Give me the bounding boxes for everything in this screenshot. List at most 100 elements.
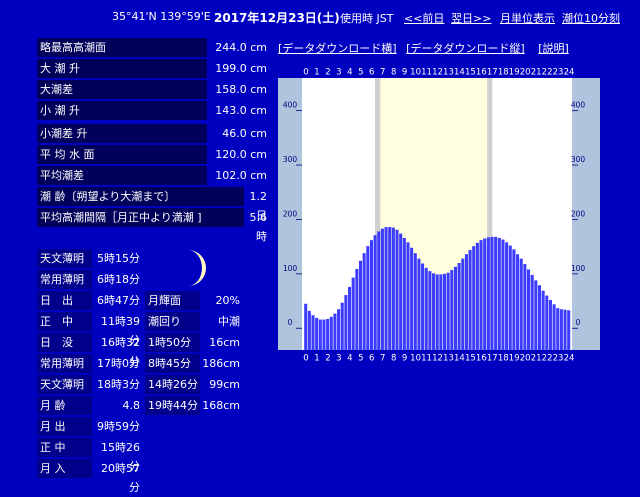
- crescent-moon-icon: [188, 250, 206, 286]
- tide-event-time: 19時44分: [145, 396, 200, 415]
- tide-bar: [461, 258, 465, 350]
- tide-bar: [315, 317, 319, 350]
- page-date: 2017年12月23日(土): [214, 11, 340, 25]
- y-tick-label: 300: [283, 155, 298, 164]
- astro-value: 4.8: [122, 399, 141, 412]
- tide-bar: [552, 304, 556, 350]
- stat-row: 略最高高潮面 244.0 cm: [37, 38, 267, 57]
- astro-value: 16時32分: [101, 336, 140, 368]
- x-tick-label: 5: [358, 354, 363, 364]
- tide-bar: [362, 253, 366, 350]
- tide-bar: [501, 239, 505, 350]
- tide-bar: [322, 319, 326, 350]
- astro-label: 常用薄明: [37, 354, 92, 373]
- tide-bar: [497, 237, 501, 350]
- tide-event-time: 14時26分: [145, 375, 200, 394]
- astro-value: 5時15分: [97, 252, 140, 265]
- x-tick-label: 10: [410, 354, 421, 364]
- stat-label: 大 潮 升: [37, 59, 207, 78]
- astro-label: 日 没: [37, 333, 92, 352]
- moon-illum-value: 20%: [215, 294, 240, 307]
- tide-bar: [483, 238, 487, 350]
- x-tick-label: 14: [454, 68, 465, 78]
- tide-bar: [358, 260, 363, 350]
- tide-bar: [446, 272, 450, 350]
- x-tick-label: 20: [520, 354, 531, 364]
- download-horizontal-link[interactable]: [データダウンロード横]: [278, 42, 397, 55]
- astro-label: 正 中: [37, 312, 92, 331]
- y-tick-label: 100: [571, 264, 586, 273]
- moon-illum-label: 月輝面: [145, 291, 200, 310]
- astro-value: 18時3分: [97, 378, 140, 391]
- y-tick-label: 300: [571, 155, 586, 164]
- tide-bar: [318, 319, 322, 350]
- x-tick-label: 24: [564, 68, 575, 78]
- tide-bar: [453, 266, 457, 350]
- next-day-link[interactable]: 翌日>>: [451, 10, 491, 26]
- stat-value: 5.6 時: [249, 211, 268, 243]
- tide-bar: [377, 231, 381, 350]
- tide-chart: 0011223344556677889910101111121213131414…: [278, 64, 600, 364]
- y-tick-label: 400: [571, 101, 586, 110]
- prev-day-link[interactable]: <<前日: [404, 10, 444, 26]
- y-tick-label: 400: [283, 101, 298, 110]
- astro-label: 常用薄明: [37, 270, 92, 289]
- x-tick-label: 21: [531, 68, 542, 78]
- stat-label: 略最高高潮面: [37, 38, 207, 57]
- coordinates: 35°41'N 139°59'E: [112, 10, 211, 23]
- tide-bar: [490, 236, 494, 350]
- stat-value: 1.2 日: [249, 190, 268, 222]
- tide-bar: [329, 316, 333, 350]
- tide-bar: [406, 242, 410, 350]
- tide-bar: [508, 245, 512, 350]
- tide-bar: [417, 258, 421, 350]
- x-tick-label: 3: [336, 354, 341, 364]
- tide-bar: [442, 273, 447, 350]
- x-tick-label: 16: [476, 68, 487, 78]
- astro-value: 9時59分: [97, 420, 140, 433]
- download-vertical-link[interactable]: [データダウンロード縦]: [406, 42, 525, 55]
- monthly-view-link[interactable]: 月単位表示: [500, 10, 555, 26]
- tide-bar: [526, 269, 531, 350]
- x-tick-label: 23: [553, 354, 564, 364]
- tide-event-time: 8時45分: [145, 354, 200, 373]
- astro-label: 天文薄明: [37, 375, 92, 394]
- tide-event-height: 186cm: [202, 357, 240, 370]
- interval-10min-link[interactable]: 潮位10分刻: [562, 10, 620, 26]
- tide-bar: [516, 254, 520, 350]
- x-tick-label: 9: [402, 354, 407, 364]
- help-link[interactable]: [説明]: [538, 42, 569, 55]
- x-tick-label: 0: [303, 68, 308, 78]
- x-tick-label: 11: [421, 68, 432, 78]
- x-tick-label: 19: [509, 354, 520, 364]
- astro-label: 正 中: [37, 438, 92, 457]
- tide-cycle-value: 中潮: [218, 315, 240, 328]
- header-bar: 35°41'N 139°59'E 2017年12月23日(土) 使用時 JST …: [0, 10, 640, 26]
- x-tick-label: 19: [509, 68, 520, 78]
- x-tick-label: 1: [314, 354, 319, 364]
- tide-bar: [395, 229, 399, 350]
- x-tick-label: 9: [402, 68, 407, 78]
- tide-bar: [311, 315, 315, 350]
- tide-bar: [548, 299, 552, 350]
- tide-bar: [450, 270, 454, 350]
- astro-value: 11時39分: [101, 315, 140, 347]
- tide-bar: [512, 249, 516, 350]
- tide-bar: [307, 310, 311, 350]
- x-tick-label: 17: [487, 354, 498, 364]
- tide-bar: [366, 246, 370, 350]
- x-tick-label: 4: [347, 68, 352, 78]
- y-tick-label: 0: [288, 318, 293, 327]
- x-tick-label: 13: [443, 354, 454, 364]
- stat-value: 143.0 cm: [215, 104, 267, 117]
- y-tick-label: 200: [283, 209, 298, 218]
- x-tick-label: 17: [487, 68, 498, 78]
- tide-bar: [355, 268, 359, 350]
- x-tick-label: 10: [410, 68, 421, 78]
- astro-value: 20時57分: [101, 462, 140, 494]
- stat-label: 小 潮 升: [37, 101, 207, 120]
- tide-bar: [541, 290, 545, 350]
- tide-bar: [505, 242, 509, 350]
- tide-bar: [384, 227, 388, 350]
- x-tick-label: 18: [498, 354, 509, 364]
